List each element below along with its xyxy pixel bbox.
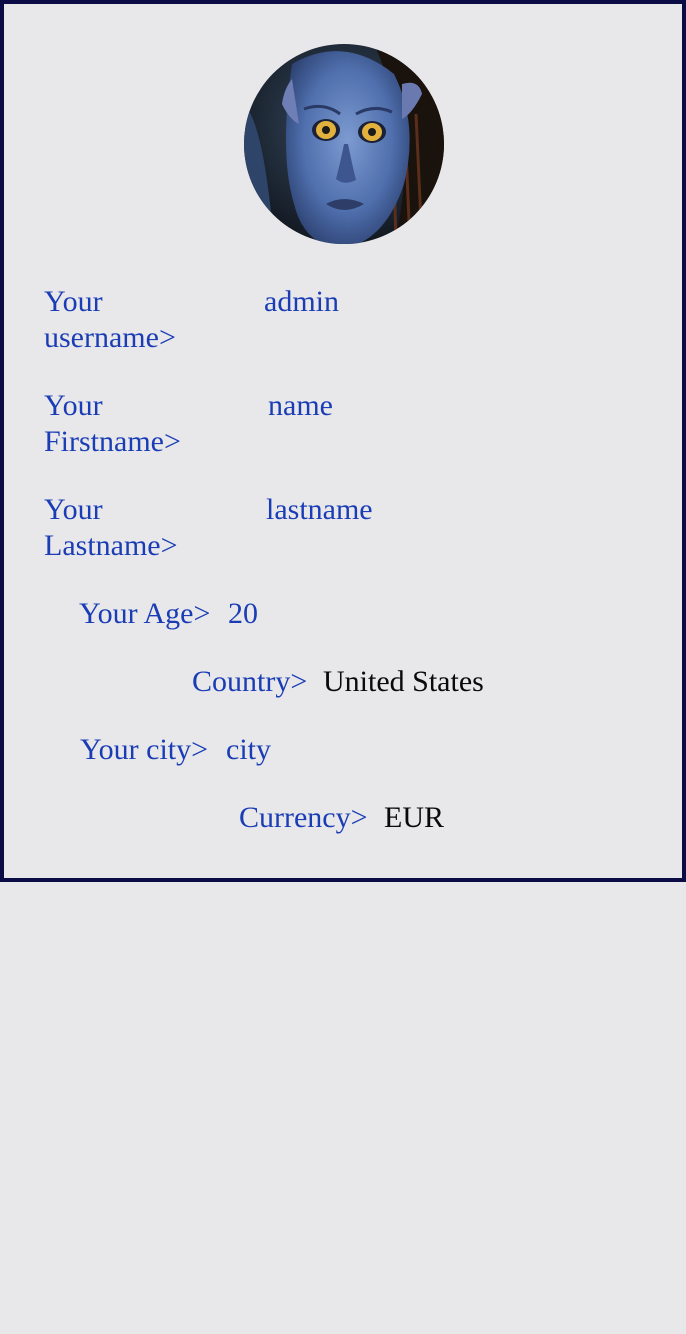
age-value: 20 — [228, 597, 258, 630]
currency-label: Currency> — [239, 801, 368, 834]
currency-value: EUR — [384, 801, 444, 834]
avatar — [244, 44, 444, 244]
username-value: admin — [264, 285, 339, 318]
country-value: United States — [323, 665, 484, 698]
profile-card: Your username> admin Your Firstname> nam… — [0, 0, 686, 882]
avatar-photo-icon — [244, 44, 444, 244]
firstname-value: name — [268, 389, 333, 422]
country-label: Country> — [192, 665, 308, 698]
lastname-label: Your Lastname> — [44, 493, 178, 562]
city-value: city — [226, 733, 271, 766]
username-label: Your username> — [44, 285, 176, 354]
lastname-value: lastname — [266, 493, 373, 526]
firstname-label: Your Firstname> — [44, 389, 181, 458]
age-label: Your Age> — [79, 597, 211, 630]
city-label: Your city> — [80, 733, 209, 766]
